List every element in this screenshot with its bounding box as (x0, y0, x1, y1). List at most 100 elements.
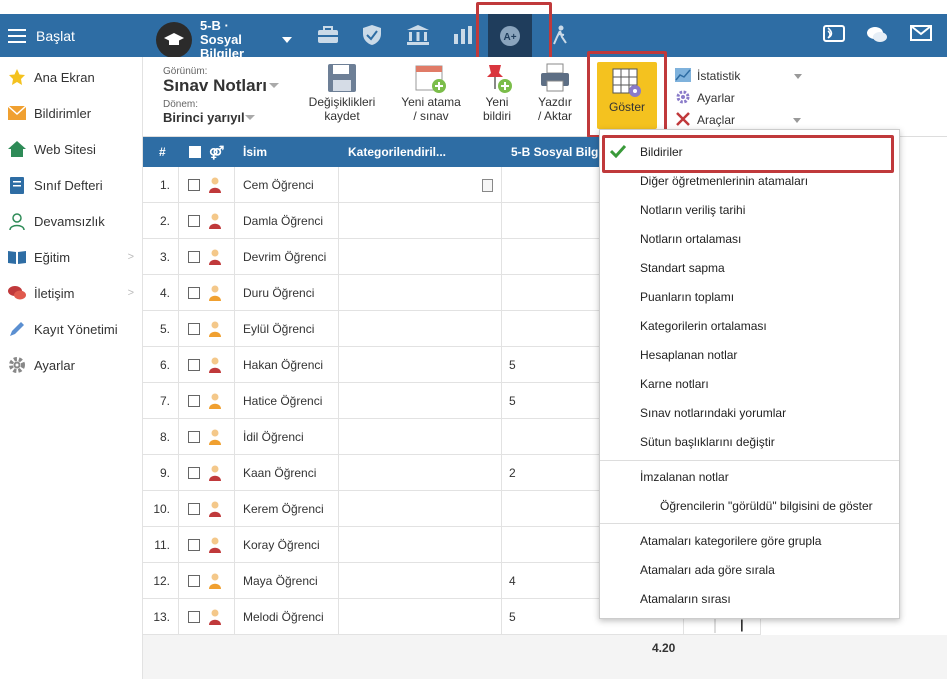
row-select-cell (179, 347, 235, 383)
row-checkbox[interactable] (188, 539, 200, 551)
sidebar-item-communication[interactable]: İletişim > (0, 275, 142, 311)
dropdown-item[interactable]: Atamaların sırası (600, 584, 899, 613)
class-selector[interactable]: 5-B · Sosyal Bilgiler (156, 19, 292, 61)
sidebar-item-classbook[interactable]: Sınıf Defteri (0, 167, 142, 203)
header-subject[interactable]: 5-B Sosyal Bilgi... (511, 145, 612, 159)
student-avatar-icon (208, 501, 222, 517)
category-cell[interactable] (339, 239, 502, 275)
sidebar-item-education[interactable]: Eğitim > (0, 239, 142, 275)
category-cell[interactable] (339, 599, 502, 635)
category-cell[interactable] (339, 347, 502, 383)
student-name[interactable]: Damla Öğrenci (235, 203, 339, 239)
dropdown-item[interactable]: Atamaları ada göre sırala (600, 555, 899, 584)
row-checkbox[interactable] (188, 503, 200, 515)
row-checkbox[interactable] (188, 611, 200, 623)
sidebar-item-notifications[interactable]: Bildirimler (0, 95, 142, 131)
category-cell[interactable] (339, 419, 502, 455)
row-checkbox[interactable] (188, 251, 200, 263)
sidebar-item-home[interactable]: Ana Ekran (0, 59, 142, 95)
select-all-checkbox[interactable] (189, 146, 201, 158)
category-cell[interactable] (339, 563, 502, 599)
sidebar-item-settings[interactable]: Ayarlar (0, 347, 142, 383)
header-name[interactable]: İsim (243, 145, 267, 159)
student-name[interactable]: İdil Öğrenci (235, 419, 339, 455)
view-selector[interactable]: Görünüm: Sınav Notları Dönem: Birinci ya… (163, 66, 283, 125)
new-notice-button[interactable]: Yeni bildiri (477, 63, 517, 123)
dropdown-item[interactable]: Sütun başlıklarını değiştir (600, 427, 899, 456)
print-label-1: Yazdır (538, 95, 572, 109)
new-assignment-button[interactable]: Yeni atama / sınav (399, 63, 463, 123)
dropdown-item[interactable]: Puanların toplamı (600, 282, 899, 311)
row-number: 4. (143, 275, 179, 311)
dropdown-item[interactable]: Kategorilerin ortalaması (600, 311, 899, 340)
student-name[interactable]: Melodi Öğrenci (235, 599, 339, 635)
shield-icon[interactable] (358, 21, 386, 49)
category-cell[interactable] (339, 311, 502, 347)
dropdown-item-label: Hesaplanan notlar (640, 347, 738, 362)
dropdown-item[interactable]: Atamaları kategorilere göre grupla (600, 526, 899, 555)
tools-menu[interactable]: Araçlar (675, 109, 802, 131)
dropdown-item[interactable]: İmzalanan notlar (600, 462, 899, 491)
category-cell[interactable] (339, 275, 502, 311)
tools-icon (675, 111, 691, 130)
student-name[interactable]: Koray Öğrenci (235, 527, 339, 563)
student-name[interactable]: Devrim Öğrenci (235, 239, 339, 275)
side-tools-menu: İstatistik Ayarlar Araçlar (675, 65, 803, 131)
category-cell[interactable] (339, 455, 502, 491)
student-name[interactable]: Kaan Öğrenci (235, 455, 339, 491)
student-name[interactable]: Kerem Öğrenci (235, 491, 339, 527)
row-checkbox[interactable] (188, 359, 200, 371)
calendar-add-icon (415, 63, 447, 93)
category-cell[interactable] (339, 527, 502, 563)
book-icon (8, 248, 26, 266)
student-name[interactable]: Eylül Öğrenci (235, 311, 339, 347)
dropdown-item[interactable]: Hesaplanan notlar (600, 340, 899, 369)
dropdown-item[interactable]: Notların ortalaması (600, 224, 899, 253)
print-export-button[interactable]: Yazdır / Aktar (533, 63, 577, 123)
briefcase-icon[interactable] (314, 21, 342, 49)
chat-bubbles-icon[interactable] (866, 25, 888, 45)
cog-icon (675, 89, 691, 108)
student-name[interactable]: Duru Öğrenci (235, 275, 339, 311)
sidebar-item-label: Ana Ekran (34, 69, 95, 85)
dropdown-item[interactable]: Öğrencilerin "görüldü" bilgisini de göst… (600, 491, 899, 520)
sidebar-item-label: Sınıf Defteri (34, 177, 103, 193)
dropdown-item[interactable]: Standart sapma (600, 253, 899, 282)
student-name[interactable]: Hatice Öğrenci (235, 383, 339, 419)
row-checkbox[interactable] (188, 323, 200, 335)
dropdown-item[interactable]: Karne notları (600, 369, 899, 398)
row-checkbox[interactable] (188, 575, 200, 587)
category-cell[interactable] (339, 203, 502, 239)
pen-icon (8, 320, 26, 338)
bank-icon[interactable] (404, 21, 432, 49)
row-select-cell (179, 167, 235, 203)
statistics-menu[interactable]: İstatistik (675, 65, 803, 87)
dropdown-item[interactable]: Notların veriliş tarihi (600, 195, 899, 224)
sidebar-item-attendance[interactable]: Devamsızlık (0, 203, 142, 239)
student-name[interactable]: Hakan Öğrenci (235, 347, 339, 383)
save-changes-button[interactable]: Değişiklikleri kaydet (307, 63, 377, 123)
column-divider-icon: | (740, 617, 744, 632)
row-checkbox[interactable] (188, 467, 200, 479)
sidebar-item-website[interactable]: Web Sitesi (0, 131, 142, 167)
sidebar-item-registration[interactable]: Kayıt Yönetimi (0, 311, 142, 347)
bar-chart-icon[interactable] (449, 21, 477, 49)
cast-icon[interactable] (823, 25, 845, 45)
row-checkbox[interactable] (188, 215, 200, 227)
new-notice-label-2: bildiri (482, 109, 511, 123)
mail-icon[interactable] (910, 25, 932, 45)
row-checkbox[interactable] (188, 287, 200, 299)
start-menu-button[interactable]: Başlat (0, 14, 143, 57)
student-name[interactable]: Cem Öğrenci (235, 167, 339, 203)
header-categorized[interactable]: Kategorilendiril... (348, 145, 446, 159)
average-value: 4.20 (652, 641, 676, 655)
row-checkbox[interactable] (188, 179, 200, 191)
settings-menu[interactable]: Ayarlar (675, 87, 802, 109)
category-cell[interactable] (339, 383, 502, 419)
dropdown-item[interactable]: Sınav notlarındaki yorumlar (600, 398, 899, 427)
category-cell[interactable] (339, 491, 502, 527)
student-name[interactable]: Maya Öğrenci (235, 563, 339, 599)
row-checkbox[interactable] (188, 395, 200, 407)
category-cell[interactable] (339, 167, 502, 203)
row-checkbox[interactable] (188, 431, 200, 443)
